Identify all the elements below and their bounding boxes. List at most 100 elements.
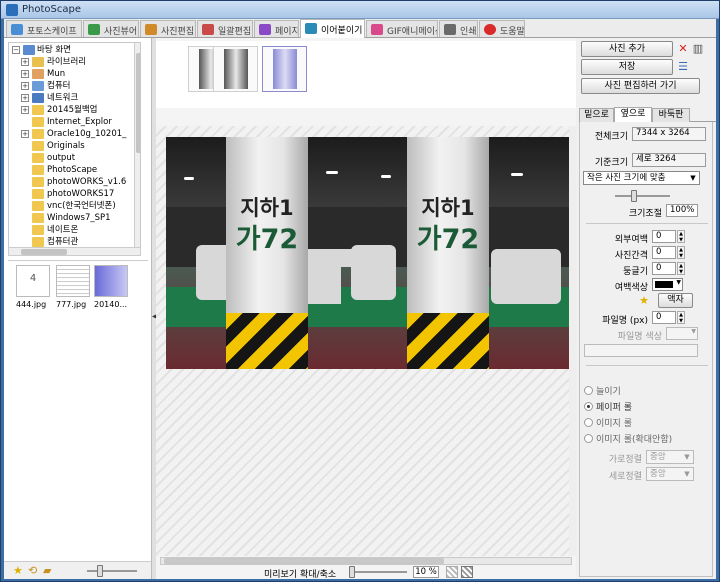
- tab-photoscape[interactable]: 포토스케이프: [6, 20, 82, 37]
- fit-window-icon[interactable]: [446, 566, 458, 578]
- tab-combine[interactable]: 이어붙이기: [300, 19, 365, 38]
- radio-image-roll-noscale[interactable]: 이미지 롤(확대안함): [584, 432, 672, 445]
- divider: [586, 223, 708, 224]
- scale-value[interactable]: 100%: [666, 204, 698, 217]
- expand-icon[interactable]: +: [21, 70, 29, 78]
- app-icon: [6, 4, 18, 16]
- tab-print[interactable]: 인쇄: [439, 20, 478, 37]
- thumb-image: 4: [16, 265, 50, 297]
- tab-help[interactable]: 도움말: [479, 20, 525, 37]
- user-folder-icon: [32, 69, 44, 79]
- collapse-icon[interactable]: −: [12, 46, 20, 54]
- margin-color-picker[interactable]: ▼: [652, 278, 683, 291]
- tree-hscroll-thumb[interactable]: [21, 249, 67, 255]
- gif-icon: [371, 24, 383, 35]
- base-size-value: 세로 3264: [632, 153, 706, 167]
- thumbnail-size-slider[interactable]: [87, 564, 137, 578]
- tree-vertical-scrollbar[interactable]: [134, 43, 140, 248]
- folder-icon: [32, 201, 44, 211]
- scale-slider-knob[interactable]: [631, 190, 637, 202]
- filename-color-picker[interactable]: ▼: [666, 327, 698, 340]
- tree-horizontal-scrollbar[interactable]: [8, 247, 141, 256]
- thumb-image: [94, 265, 128, 297]
- pillar: 지하1 가72: [226, 137, 308, 369]
- filename-px-spinner[interactable]: ▲ ▼: [677, 311, 685, 324]
- round-spinner[interactable]: ▲ ▼: [677, 262, 685, 275]
- radio-stretch[interactable]: 늘이기: [584, 384, 621, 397]
- chevron-down-icon: ▼: [684, 453, 690, 461]
- outer-margin-spinner[interactable]: ▲ ▼: [677, 230, 685, 243]
- folder-icon: [32, 189, 44, 199]
- desktop-icon: [23, 45, 35, 55]
- tab-viewer[interactable]: 사진뷰어: [83, 20, 139, 37]
- tab-grid[interactable]: 바둑판: [652, 108, 690, 122]
- editor-icon: [145, 24, 157, 35]
- help-icon: [484, 24, 496, 35]
- selected-photo-thumb[interactable]: [213, 46, 258, 92]
- remove-icon[interactable]: ✕: [677, 43, 689, 55]
- frame-button[interactable]: 액자: [658, 293, 693, 308]
- file-thumb[interactable]: 777.jpg: [56, 265, 90, 313]
- round-input[interactable]: 0: [652, 262, 676, 275]
- scale-slider[interactable]: [615, 189, 670, 203]
- viewer-icon: [88, 24, 100, 35]
- tab-batch-editor[interactable]: 일괄편집: [197, 20, 253, 37]
- photo-gap-spinner[interactable]: ▲ ▼: [677, 246, 685, 259]
- radio-image-roll[interactable]: 이미지 롤: [584, 416, 632, 429]
- preview-hscroll-thumb[interactable]: [164, 558, 444, 564]
- zoom-slider[interactable]: [349, 565, 407, 579]
- halign-select[interactable]: 중앙 ▼: [646, 450, 694, 464]
- layout-settings: 전체크기 7344 x 3264 기준크기 세로 3264 작은 사진 크기에 …: [579, 122, 713, 577]
- fit-option-select[interactable]: 작은 사진 크기에 맞춤 ▼: [583, 171, 700, 185]
- file-thumb[interactable]: 4 444.jpg: [16, 265, 50, 313]
- zoom-value[interactable]: 10 %: [413, 566, 439, 578]
- photo-gap-input[interactable]: 0: [652, 246, 676, 259]
- outer-margin-input[interactable]: 0: [652, 230, 676, 243]
- expand-icon[interactable]: +: [21, 106, 29, 114]
- star-icon[interactable]: ★: [638, 295, 650, 307]
- tab-page[interactable]: 페이지: [254, 20, 299, 37]
- app-window: PhotoScape 포토스케이프 사진뷰어 사진편집 일괄편집 페이지 이어붙…: [0, 0, 720, 582]
- expand-icon[interactable]: +: [21, 82, 29, 90]
- preview-horizontal-scrollbar[interactable]: [160, 557, 572, 565]
- combined-photo-preview[interactable]: 지하1 가72 지하1 가72: [166, 137, 576, 369]
- selected-photos-strip: [156, 41, 576, 108]
- tree-scroll-thumb[interactable]: [136, 53, 140, 153]
- trash-icon[interactable]: ▥: [692, 43, 704, 55]
- print-icon: [444, 24, 456, 35]
- folder-refresh-icon[interactable]: ⟲: [28, 565, 40, 577]
- filename-px-input[interactable]: 0: [652, 311, 676, 324]
- list-icon[interactable]: ☰: [677, 61, 689, 73]
- actual-size-icon[interactable]: [461, 566, 473, 578]
- goto-edit-button[interactable]: 사진 편집하러 가기: [581, 78, 700, 94]
- add-photo-button[interactable]: 사진 추가: [581, 41, 673, 57]
- tab-gif-animation[interactable]: GIF애니메이션: [366, 20, 438, 37]
- radio-paper-roll[interactable]: 페이퍼 롤: [584, 400, 632, 413]
- expand-icon[interactable]: +: [21, 130, 29, 138]
- file-thumb[interactable]: 20140...: [94, 265, 128, 313]
- filename-text-field[interactable]: [584, 344, 698, 357]
- folder-icon: [32, 117, 44, 127]
- save-button[interactable]: 저장: [581, 59, 673, 75]
- folder-icon: [32, 141, 44, 151]
- selected-photo-thumb[interactable]: [262, 46, 307, 92]
- slider-knob[interactable]: [97, 565, 103, 577]
- star-icon[interactable]: ★: [13, 565, 25, 577]
- tab-editor[interactable]: 사진편집: [140, 20, 196, 37]
- round-label: 둥글기: [623, 267, 648, 277]
- left-toolbar: ★ ⟲ ▰: [4, 561, 151, 579]
- expand-icon[interactable]: +: [21, 58, 29, 66]
- preview-vertical-scrollbar[interactable]: [569, 126, 576, 556]
- folder-tree[interactable]: − 바탕 화면 + 라이브러리 + Mun + 컴퓨터 + 네트워크 +20145월백업…: [8, 42, 141, 249]
- expand-icon[interactable]: +: [21, 94, 29, 102]
- tab-vertical[interactable]: 밑으로: [579, 108, 614, 122]
- title-bar[interactable]: PhotoScape: [1, 1, 719, 19]
- folder-open-icon[interactable]: ▰: [43, 565, 55, 577]
- margin-color-label: 여백색상: [614, 283, 648, 293]
- zoom-slider-knob[interactable]: [349, 566, 355, 578]
- valign-label: 세로정렬: [608, 472, 642, 482]
- divider: [586, 365, 708, 366]
- tab-horizontal[interactable]: 옆으로: [614, 107, 652, 123]
- photo-gap-label: 사진간격: [614, 251, 648, 261]
- valign-select[interactable]: 중앙 ▼: [646, 467, 694, 481]
